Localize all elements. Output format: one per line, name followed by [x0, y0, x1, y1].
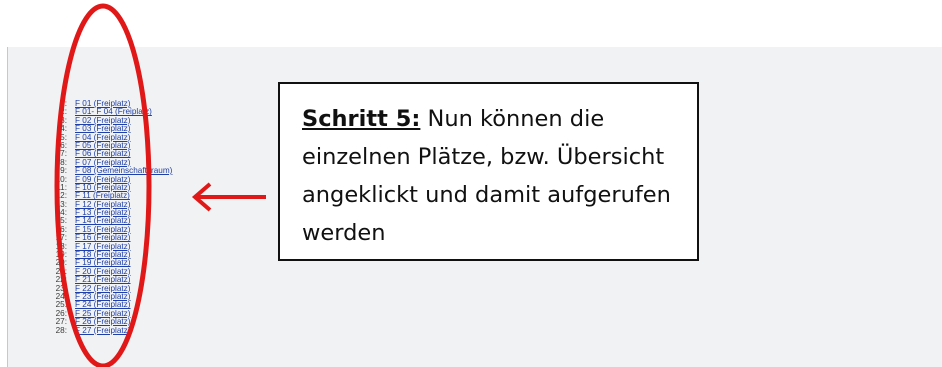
- instruction-callout: Schritt 5: Nun können die einzelnen Plät…: [278, 82, 699, 261]
- list-item-number: 28:: [55, 325, 67, 335]
- callout-step-label: Schritt 5:: [302, 106, 421, 132]
- place-list: 1: F 01 (Freiplatz) 2: F 01- F 04 (Freiplat…: [8, 99, 173, 335]
- list-item: 28: F 27 (Freiplatz): [8, 325, 172, 335]
- place-link[interactable]: F 27 (Freiplatz): [75, 326, 131, 335]
